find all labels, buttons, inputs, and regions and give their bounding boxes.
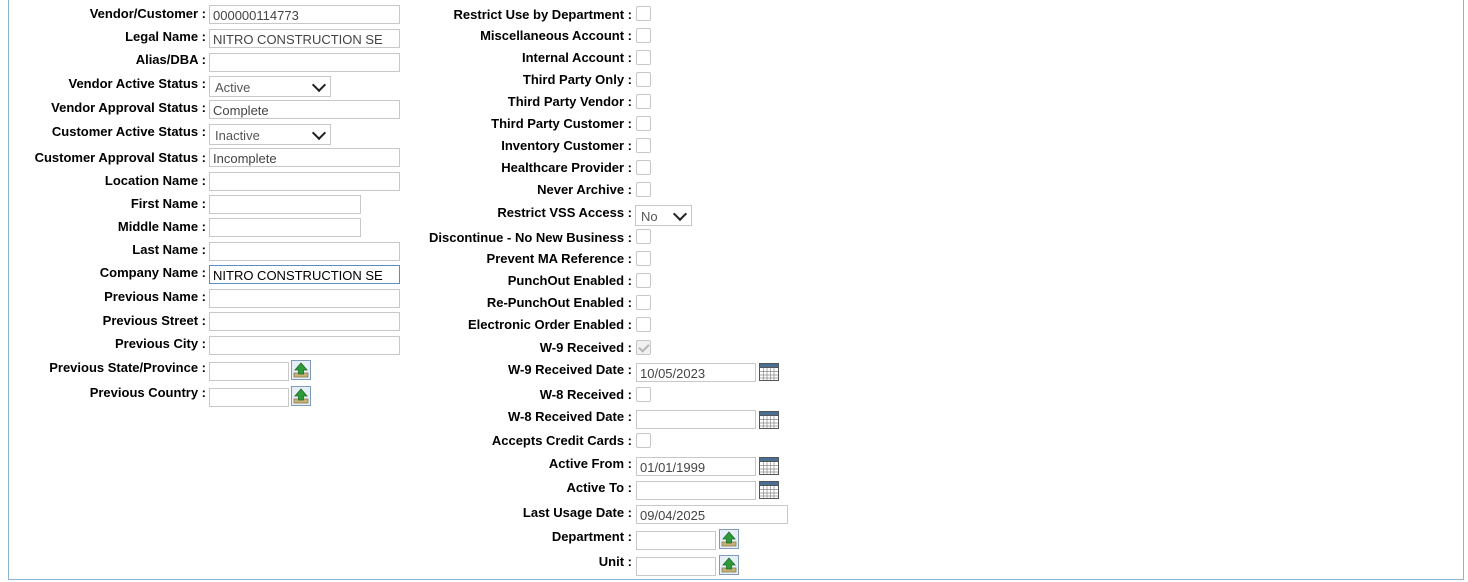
prevent-ma-reference-checkbox[interactable] xyxy=(636,251,651,266)
alias-dba-label: Alias/DBA : xyxy=(135,52,206,67)
discontinue-no-new-business-label: Discontinue - No New Business : xyxy=(429,230,632,245)
company-name-field[interactable]: NITRO CONSTRUCTION SE xyxy=(209,265,400,284)
restrict-vss-access-value: No xyxy=(641,209,658,224)
previous-country-field[interactable] xyxy=(209,388,289,407)
w9-received-checkbox xyxy=(636,340,651,355)
vendor-approval-status-field: Complete xyxy=(209,100,400,119)
legal-name-field[interactable]: NITRO CONSTRUCTION SE xyxy=(209,29,400,48)
electronic-order-enabled-label: Electronic Order Enabled : xyxy=(468,317,632,332)
lookup-arrow-icon[interactable] xyxy=(291,360,311,380)
healthcare-provider-label: Healthcare Provider : xyxy=(501,160,632,175)
previous-country-label: Previous Country : xyxy=(89,385,206,400)
previous-city-label: Previous City : xyxy=(114,336,206,351)
lookup-arrow-icon[interactable] xyxy=(719,555,739,575)
customer-active-status-select[interactable]: Inactive xyxy=(209,124,331,145)
previous-name-field[interactable] xyxy=(209,289,400,308)
internal-account-label: Internal Account : xyxy=(521,50,632,65)
w8-received-date-field[interactable] xyxy=(636,410,756,429)
middle-name-field[interactable] xyxy=(209,218,361,237)
active-to-label: Active To : xyxy=(566,480,633,495)
chevron-down-icon xyxy=(311,125,327,141)
chevron-down-icon xyxy=(311,77,327,93)
re-punchout-enabled-label: Re-PunchOut Enabled : xyxy=(486,295,632,310)
w8-received-checkbox[interactable] xyxy=(636,387,651,402)
inventory-customer-checkbox[interactable] xyxy=(636,138,651,153)
calendar-icon[interactable] xyxy=(759,363,779,381)
discontinue-no-new-business-checkbox[interactable] xyxy=(636,229,651,244)
previous-state-field[interactable] xyxy=(209,362,289,381)
legal-name-label: Legal Name : xyxy=(125,29,206,44)
calendar-icon[interactable] xyxy=(759,457,779,475)
customer-approval-status-field: Incomplete xyxy=(209,148,400,167)
last-usage-date-label: Last Usage Date : xyxy=(522,505,632,520)
active-from-label: Active From : xyxy=(548,456,632,471)
calendar-icon[interactable] xyxy=(759,411,779,429)
previous-city-field[interactable] xyxy=(209,336,400,355)
prevent-ma-reference-label: Prevent MA Reference : xyxy=(486,251,632,266)
first-name-field[interactable] xyxy=(209,195,361,214)
active-from-field[interactable]: 01/01/1999 xyxy=(636,457,756,476)
w9-received-date-field[interactable]: 10/05/2023 xyxy=(636,363,756,382)
electronic-order-enabled-checkbox[interactable] xyxy=(636,317,651,332)
w8-received-label: W-8 Received : xyxy=(539,387,632,402)
previous-street-field[interactable] xyxy=(209,312,400,331)
internal-account-checkbox[interactable] xyxy=(636,50,651,65)
location-name-field[interactable] xyxy=(209,172,400,191)
third-party-customer-label: Third Party Customer : xyxy=(491,116,632,131)
department-field[interactable] xyxy=(636,531,716,550)
unit-label: Unit : xyxy=(598,554,632,569)
last-name-label: Last Name : xyxy=(132,242,206,257)
third-party-only-label: Third Party Only : xyxy=(522,72,632,87)
active-to-field[interactable] xyxy=(636,481,756,500)
inventory-customer-label: Inventory Customer : xyxy=(501,138,632,153)
customer-approval-status-label: Customer Approval Status : xyxy=(34,150,206,165)
first-name-label: First Name : xyxy=(130,196,206,211)
restrict-use-by-department-checkbox[interactable] xyxy=(636,6,651,21)
accepts-credit-cards-label: Accepts Credit Cards : xyxy=(491,433,632,448)
previous-street-label: Previous Street : xyxy=(102,313,206,328)
alias-dba-field[interactable] xyxy=(209,53,400,72)
company-name-label: Company Name : xyxy=(99,265,206,280)
lookup-arrow-icon[interactable] xyxy=(291,386,311,406)
vendor-active-status-value: Active xyxy=(215,80,251,95)
third-party-vendor-checkbox[interactable] xyxy=(636,94,651,109)
middle-name-label: Middle Name : xyxy=(117,219,206,234)
third-party-vendor-label: Third Party Vendor : xyxy=(507,94,632,109)
restrict-vss-access-label: Restrict VSS Access : xyxy=(497,205,632,220)
vendor-active-status-select[interactable]: Active xyxy=(209,76,331,97)
vendor-customer-field[interactable]: 000000114773 xyxy=(209,5,400,24)
previous-name-label: Previous Name : xyxy=(104,289,206,304)
re-punchout-enabled-checkbox[interactable] xyxy=(636,295,651,310)
last-name-field[interactable] xyxy=(209,242,400,261)
punchout-enabled-checkbox[interactable] xyxy=(636,273,651,288)
vendor-approval-status-label: Vendor Approval Status : xyxy=(51,100,206,115)
lookup-arrow-icon[interactable] xyxy=(719,529,739,549)
third-party-customer-checkbox[interactable] xyxy=(636,116,651,131)
department-label: Department : xyxy=(551,529,632,544)
never-archive-checkbox[interactable] xyxy=(636,182,651,197)
calendar-icon[interactable] xyxy=(759,481,779,499)
last-usage-date-field: 09/04/2025 xyxy=(636,505,788,524)
w8-received-date-label: W-8 Received Date : xyxy=(507,409,632,424)
unit-field[interactable] xyxy=(636,557,716,576)
w9-received-date-label: W-9 Received Date : xyxy=(507,362,632,377)
never-archive-label: Never Archive : xyxy=(537,182,632,197)
customer-active-status-label: Customer Active Status : xyxy=(51,124,206,139)
healthcare-provider-checkbox[interactable] xyxy=(636,160,651,175)
vendor-active-status-label: Vendor Active Status : xyxy=(68,76,207,91)
previous-state-label: Previous State/Province : xyxy=(49,360,206,375)
restrict-vss-access-select[interactable]: No xyxy=(635,205,692,226)
accepts-credit-cards-checkbox[interactable] xyxy=(636,433,651,448)
punchout-enabled-label: PunchOut Enabled : xyxy=(507,273,632,288)
w9-received-label: W-9 Received : xyxy=(539,340,632,355)
vendor-customer-label: Vendor/Customer : xyxy=(89,6,206,21)
third-party-only-checkbox[interactable] xyxy=(636,72,651,87)
location-name-label: Location Name : xyxy=(104,173,206,188)
miscellaneous-account-label: Miscellaneous Account : xyxy=(480,28,632,43)
miscellaneous-account-checkbox[interactable] xyxy=(636,28,651,43)
restrict-use-by-department-label: Restrict Use by Department : xyxy=(453,7,632,22)
chevron-down-icon xyxy=(672,206,688,222)
customer-active-status-value: Inactive xyxy=(215,128,260,143)
